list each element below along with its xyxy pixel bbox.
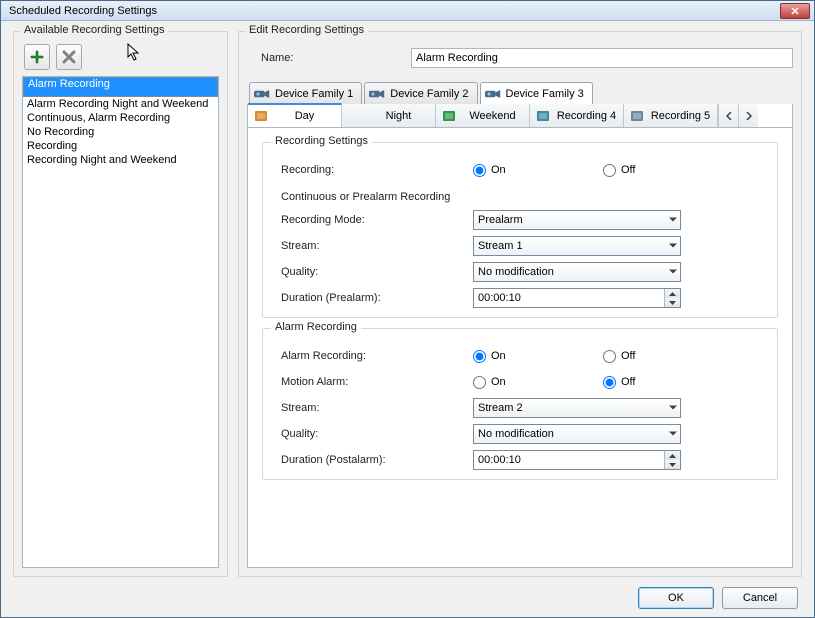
window-title: Scheduled Recording Settings (5, 5, 780, 17)
name-input[interactable] (411, 48, 793, 68)
motion-off-radio[interactable]: Off (603, 376, 733, 389)
alarm-quality-label: Quality: (273, 428, 473, 440)
schedule-tab[interactable]: Weekend (436, 104, 530, 127)
recording-on-radio[interactable]: On (473, 164, 603, 177)
list-item[interactable]: Alarm Recording Night and Weekend (23, 97, 218, 111)
schedule-tabs: DayNightWeekendRecording 4Recording 5 (247, 104, 793, 128)
duration-postalarm-label: Duration (Postalarm): (273, 454, 473, 466)
spin-up-button[interactable] (665, 289, 680, 298)
dialog-window: Scheduled Recording Settings Available R… (0, 0, 815, 618)
alarm-recording-legend: Alarm Recording (271, 321, 361, 333)
spin-down-button[interactable] (665, 460, 680, 469)
duration-prealarm-spinner[interactable] (473, 288, 681, 308)
recording-off-radio[interactable]: Off (603, 164, 733, 177)
close-button[interactable] (780, 3, 810, 19)
delete-x-icon (62, 50, 76, 64)
available-settings-legend: Available Recording Settings (20, 24, 168, 36)
stream-label: Stream: (273, 240, 473, 252)
dialog-body: Available Recording Settings Alarm Recor… (1, 21, 814, 617)
available-toolbar (22, 42, 219, 76)
schedule-tab[interactable]: Day (248, 103, 342, 127)
alarm-quality-select[interactable]: No modification (473, 424, 681, 444)
chevron-right-icon (746, 112, 752, 120)
edit-settings-group: Edit Recording Settings Name: Device Fam… (238, 31, 802, 577)
spin-down-button[interactable] (665, 298, 680, 307)
add-button[interactable] (24, 44, 50, 70)
recording-settings-legend: Recording Settings (271, 135, 372, 147)
recording-settings-group: Recording Settings Recording: On Off Con… (262, 142, 778, 318)
schedule-icon (536, 110, 550, 122)
quality-select[interactable]: No modification (473, 262, 681, 282)
tab-nav-left[interactable] (718, 104, 738, 127)
chevron-down-icon (669, 463, 676, 467)
motion-alarm-label: Motion Alarm: (273, 376, 473, 388)
list-item[interactable]: Alarm Recording (23, 77, 218, 97)
recording-mode-label: Recording Mode: (273, 214, 473, 226)
recording-mode-select[interactable]: ContinuousPrealarm (473, 210, 681, 230)
schedule-tab[interactable]: Recording 4 (530, 104, 624, 127)
alarm-recording-label: Alarm Recording: (273, 350, 473, 362)
available-settings-group: Available Recording Settings Alarm Recor… (13, 31, 228, 577)
camera-icon (485, 89, 501, 99)
schedule-tab[interactable]: Night (342, 104, 436, 127)
chevron-left-icon (726, 112, 732, 120)
motion-on-radio[interactable]: On (473, 376, 603, 389)
continuous-header: Continuous or Prealarm Recording (281, 191, 767, 203)
duration-prealarm-input[interactable] (474, 289, 664, 307)
list-item[interactable]: Recording (23, 139, 218, 153)
settings-content: Recording Settings Recording: On Off Con… (247, 128, 793, 568)
quality-label: Quality: (273, 266, 473, 278)
device-tabs: Device Family 1Device Family 2Device Fam… (249, 82, 793, 104)
chevron-up-icon (669, 454, 676, 458)
duration-prealarm-label: Duration (Prealarm): (273, 292, 473, 304)
camera-icon (254, 89, 270, 99)
spin-up-button[interactable] (665, 451, 680, 460)
stream-select[interactable]: Stream 1Stream 2 (473, 236, 681, 256)
titlebar: Scheduled Recording Settings (1, 1, 814, 21)
list-item[interactable]: No Recording (23, 125, 218, 139)
night-icon (348, 110, 362, 122)
close-icon (791, 7, 799, 15)
name-label: Name: (261, 52, 411, 64)
recording-label: Recording: (273, 164, 473, 176)
alarm-stream-label: Stream: (273, 402, 473, 414)
list-item[interactable]: Recording Night and Weekend (23, 153, 218, 167)
alarm-stream-select[interactable]: Stream 1Stream 2 (473, 398, 681, 418)
cancel-button[interactable]: Cancel (722, 587, 798, 609)
alarm-recording-group: Alarm Recording Alarm Recording: On Off … (262, 328, 778, 480)
alarm-off-radio[interactable]: Off (603, 350, 733, 363)
schedule-icon (630, 110, 644, 122)
schedule-icon (442, 110, 456, 122)
schedule-icon (254, 110, 268, 122)
chevron-down-icon (669, 301, 676, 305)
duration-postalarm-input[interactable] (474, 451, 664, 469)
duration-postalarm-spinner[interactable] (473, 450, 681, 470)
tab-nav-right[interactable] (738, 104, 758, 127)
available-list[interactable]: Alarm RecordingAlarm Recording Night and… (22, 76, 219, 568)
edit-settings-legend: Edit Recording Settings (245, 24, 368, 36)
device-tab[interactable]: Device Family 2 (364, 82, 477, 104)
schedule-tab[interactable]: Recording 5 (624, 104, 718, 127)
device-tab[interactable]: Device Family 1 (249, 82, 362, 104)
dialog-footer: OK Cancel (13, 577, 802, 609)
plus-icon (29, 49, 45, 65)
chevron-up-icon (669, 292, 676, 296)
ok-button[interactable]: OK (638, 587, 714, 609)
delete-button[interactable] (56, 44, 82, 70)
camera-icon (369, 89, 385, 99)
device-tab[interactable]: Device Family 3 (480, 82, 593, 104)
alarm-on-radio[interactable]: On (473, 350, 603, 363)
list-item[interactable]: Continuous, Alarm Recording (23, 111, 218, 125)
